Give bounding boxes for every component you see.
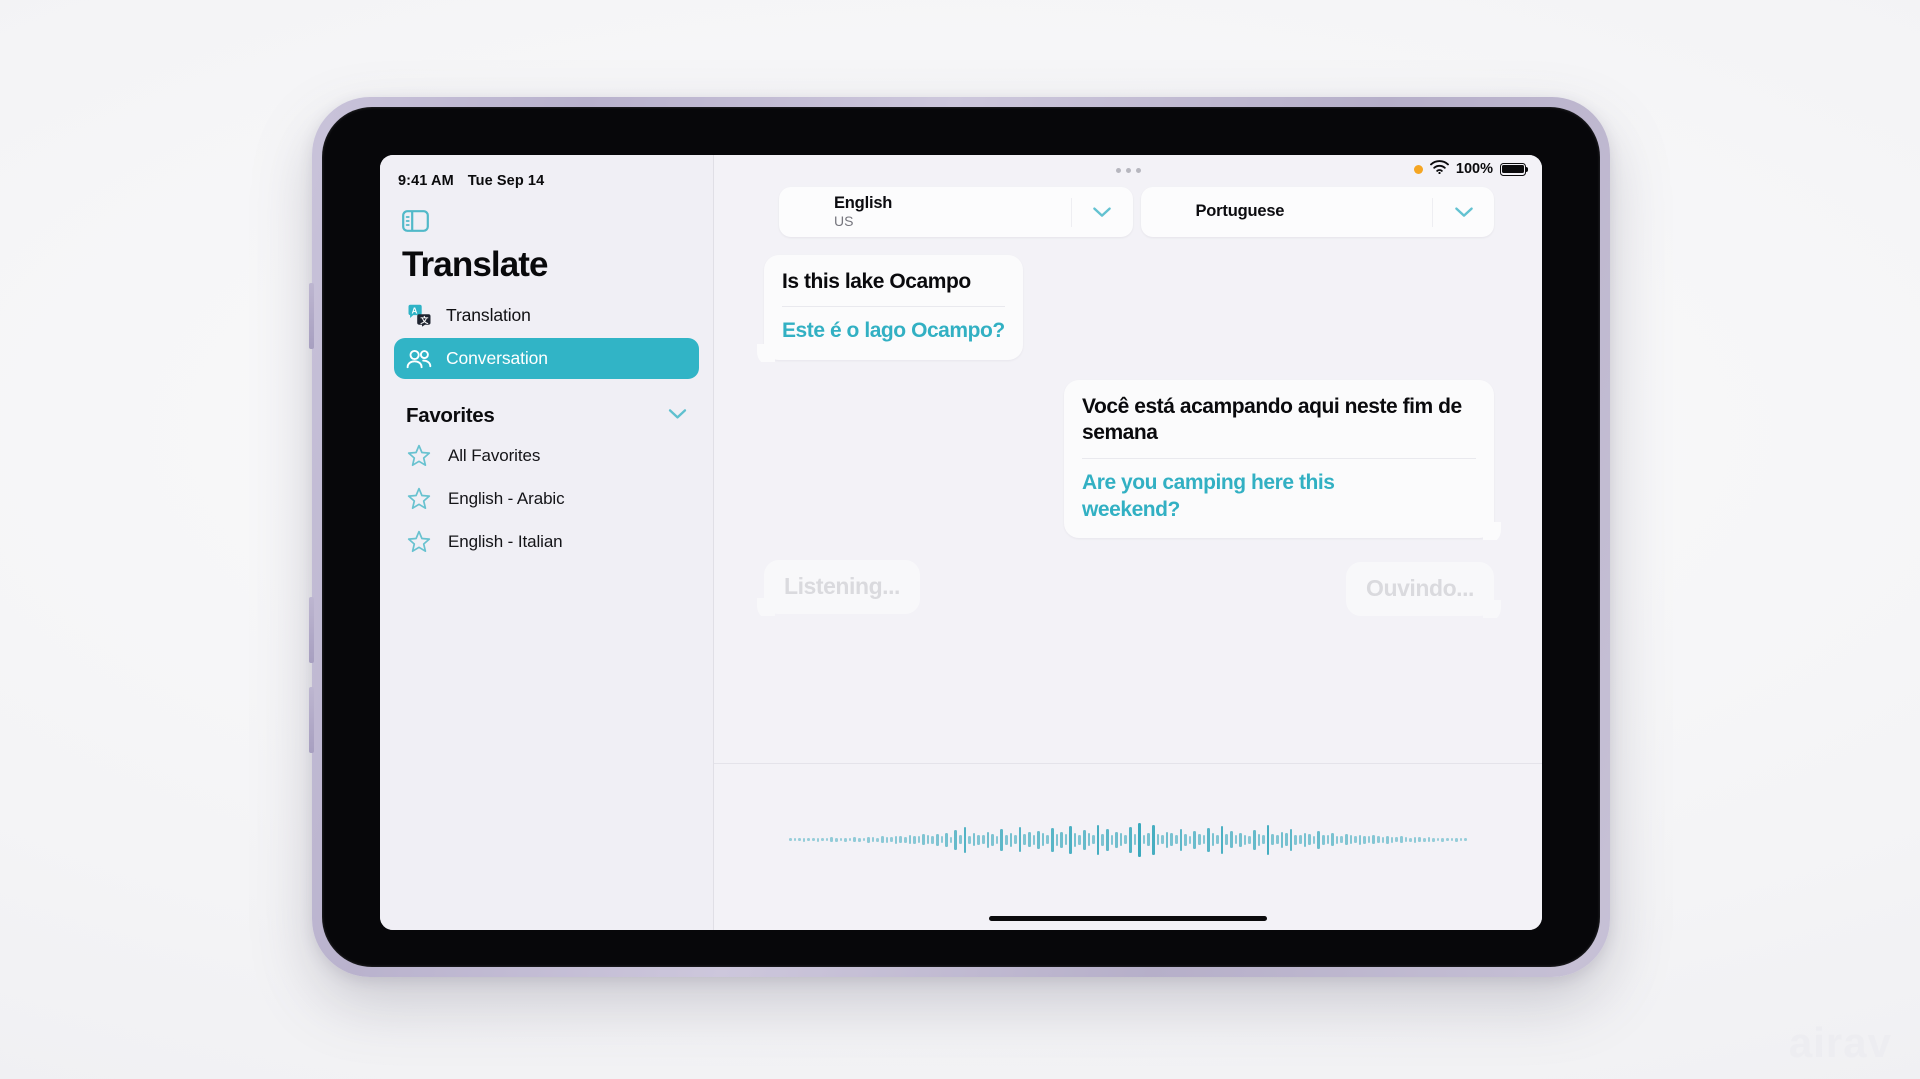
audio-waveform xyxy=(789,822,1467,857)
bubble-tail xyxy=(1483,600,1501,619)
status-date: Tue Sep 14 xyxy=(467,173,545,189)
wifi-icon xyxy=(1429,160,1449,178)
favorites-header[interactable]: Favorites xyxy=(406,404,687,428)
listening-placeholder-left: Listening... xyxy=(757,560,920,617)
sidebar: 9:41 AM Tue Sep 14 Translate A 文 Transla… xyxy=(380,155,714,930)
conversation-list: Is this lake Ocampo Este é o lago Ocampo… xyxy=(714,237,1542,763)
conversation-row: Is this lake Ocampo Este é o lago Ocampo… xyxy=(757,255,1494,363)
svg-text:A: A xyxy=(411,306,417,315)
favorite-item-label: All Favorites xyxy=(448,445,541,465)
svg-text:文: 文 xyxy=(420,315,429,325)
battery-full-icon xyxy=(1500,162,1529,176)
main-pane: 100% English US Portuguese Is this lake … xyxy=(714,155,1542,930)
favorite-item-english-italian[interactable]: English - Italian xyxy=(394,520,699,563)
power-button[interactable] xyxy=(309,687,314,753)
watermark: airav xyxy=(1788,1019,1892,1066)
bubble-divider xyxy=(782,306,1005,308)
target-language-name: Portuguese xyxy=(1195,202,1285,221)
favorite-item-all-favorites[interactable]: All Favorites xyxy=(394,434,699,477)
microphone-in-use-dot xyxy=(1413,164,1423,174)
star-icon xyxy=(406,444,432,467)
favorite-item-label: English - Italian xyxy=(448,531,563,551)
device-screen: 9:41 AM Tue Sep 14 Translate A 文 Transla… xyxy=(380,155,1542,930)
source-language-name: English xyxy=(834,194,893,213)
conversation-bubble-left[interactable]: Is this lake Ocampo Este é o lago Ocampo… xyxy=(757,255,1023,363)
target-language-selector[interactable]: Portuguese xyxy=(1140,187,1494,237)
window-grabber-dots[interactable] xyxy=(1115,167,1141,173)
source-language-selector[interactable]: English US xyxy=(779,187,1133,237)
bubble-divider xyxy=(1082,457,1476,459)
sidebar-toggle-icon[interactable] xyxy=(402,210,429,232)
star-icon xyxy=(406,530,432,553)
listening-placeholder-right: Ouvindo... xyxy=(1346,562,1501,619)
target-language-text: Portuguese xyxy=(1141,202,1433,221)
translation-icon: A 文 xyxy=(406,304,432,328)
sidebar-item-translation[interactable]: A 文 Translation xyxy=(394,295,699,336)
battery-percent-label: 100% xyxy=(1455,161,1493,177)
source-language-region: US xyxy=(834,212,854,229)
favorites-title: Favorites xyxy=(406,404,495,427)
bubble-tail xyxy=(757,344,775,363)
volume-down-button[interactable] xyxy=(309,597,314,663)
chevron-down-icon[interactable] xyxy=(668,407,687,425)
home-indicator[interactable] xyxy=(989,915,1267,921)
top-bar: 100% xyxy=(714,155,1542,181)
listening-label: Listening... xyxy=(784,573,900,600)
favorite-item-label: English - Arabic xyxy=(448,488,565,508)
listening-label: Ouvindo... xyxy=(1366,575,1474,602)
conversation-people-icon xyxy=(406,347,432,371)
status-bar-left: 9:41 AM Tue Sep 14 xyxy=(380,169,713,189)
volume-up-button[interactable] xyxy=(309,283,314,349)
bubble-source-text: Você está acampando aqui neste fim de se… xyxy=(1082,395,1462,445)
bubble-tail xyxy=(757,598,775,617)
ipad-device: 9:41 AM Tue Sep 14 Translate A 文 Transla… xyxy=(309,97,1610,977)
bubble-tail xyxy=(1483,522,1501,541)
source-language-text: English US xyxy=(779,194,1071,229)
conversation-row: Você está acampando aqui neste fim de se… xyxy=(764,380,1501,541)
favorite-item-english-arabic[interactable]: English - Arabic xyxy=(394,477,699,520)
chevron-down-icon[interactable] xyxy=(1432,197,1494,227)
conversation-bubble-right[interactable]: Você está acampando aqui neste fim de se… xyxy=(1064,380,1501,541)
sidebar-item-label: Translation xyxy=(446,305,531,325)
status-bar-right: 100% xyxy=(1413,160,1529,178)
sidebar-item-label: Conversation xyxy=(446,348,548,368)
device-bezel: 9:41 AM Tue Sep 14 Translate A 文 Transla… xyxy=(322,107,1600,967)
chevron-down-icon[interactable] xyxy=(1070,197,1133,227)
waveform-area[interactable] xyxy=(714,764,1542,916)
status-time: 9:41 AM xyxy=(398,173,454,189)
language-selector-row: English US Portuguese xyxy=(714,181,1542,237)
bubble-translated-text: Este é o lago Ocampo? xyxy=(782,319,1005,343)
page-title: Translate xyxy=(402,245,548,284)
sidebar-item-conversation[interactable]: Conversation xyxy=(394,338,699,379)
bubble-source-text: Is this lake Ocampo xyxy=(782,270,971,293)
bubble-translated-text: Are you camping here this weekend? xyxy=(1082,470,1335,521)
star-icon xyxy=(406,487,432,510)
